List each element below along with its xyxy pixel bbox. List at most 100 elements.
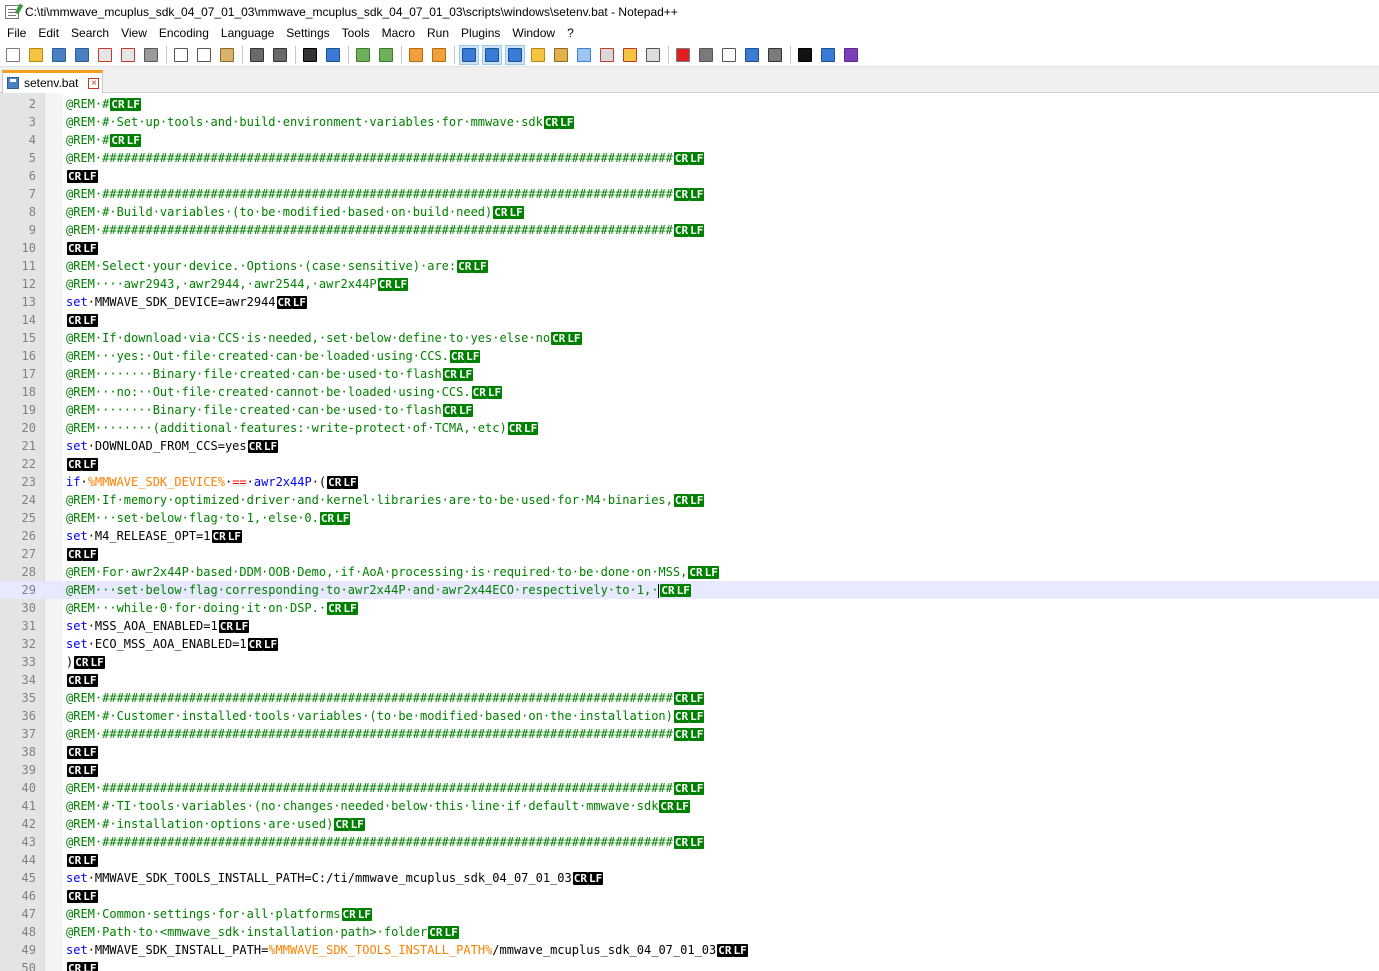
code-line[interactable]: 4 @REM·# CR LF xyxy=(0,131,1379,149)
code-area[interactable]: 2 @REM·# CR LF 3 @REM·#·Set·up·tools·and·buil… xyxy=(0,95,1379,971)
code-line[interactable]: 48 @REM·Path·to·<mmwave_sdk·installation·… xyxy=(0,923,1379,941)
code-line[interactable]: 32 set·ECO_MSS_AOA_ENABLED=1 CR LF xyxy=(0,635,1379,653)
code-line[interactable]: 19 @REM········Binary·file·created·can·be… xyxy=(0,401,1379,419)
new-file-button[interactable] xyxy=(3,45,23,65)
code-line[interactable]: 42 @REM·#·installation·options·are·used) C… xyxy=(0,815,1379,833)
tab-setenv-bat[interactable]: setenv.bat × xyxy=(2,70,103,93)
save-button[interactable] xyxy=(49,45,69,65)
close-all-button[interactable] xyxy=(118,45,138,65)
code-line[interactable]: 12 @REM····awr2943,·awr2944,·awr2544,·awr… xyxy=(0,275,1379,293)
code-line[interactable]: 39 CR LF xyxy=(0,761,1379,779)
menu-edit[interactable]: Edit xyxy=(32,24,65,43)
code-line[interactable]: 26 set·M4_RELEASE_OPT=1 CR LF xyxy=(0,527,1379,545)
code-line[interactable]: 41 @REM·#·TI·tools·variables·(no·changes·… xyxy=(0,797,1379,815)
open-file-button[interactable] xyxy=(26,45,46,65)
find-button[interactable] xyxy=(300,45,320,65)
user-defined-language-button[interactable] xyxy=(528,45,548,65)
code-line[interactable]: 20 @REM········(additional·features:·writ… xyxy=(0,419,1379,437)
menu-search[interactable]: Search xyxy=(65,24,115,43)
menu-macro[interactable]: Macro xyxy=(376,24,421,43)
zoom-in-button[interactable] xyxy=(353,45,373,65)
code-line[interactable]: 49 set·MMWAVE_SDK_INSTALL_PATH=%MMWAVE_SD… xyxy=(0,941,1379,959)
code-line[interactable]: 5 @REM·##################################… xyxy=(0,149,1379,167)
code-line[interactable]: 9 @REM·##################################… xyxy=(0,221,1379,239)
cut-button[interactable] xyxy=(171,45,191,65)
save-all-button[interactable] xyxy=(72,45,92,65)
stop-recording-button[interactable] xyxy=(696,45,716,65)
code-line[interactable]: 34 CR LF xyxy=(0,671,1379,689)
code-line[interactable]: 43 @REM·#################################… xyxy=(0,833,1379,851)
code-line[interactable]: 46 CR LF xyxy=(0,887,1379,905)
replace-button[interactable] xyxy=(323,45,343,65)
code-line[interactable]: 44 CR LF xyxy=(0,851,1379,869)
indent-guide-button[interactable] xyxy=(505,44,525,65)
code-line[interactable]: 38 CR LF xyxy=(0,743,1379,761)
code-line[interactable]: 14 CR LF xyxy=(0,311,1379,329)
show-all-characters-button[interactable] xyxy=(482,44,502,65)
code-line[interactable]: 47 @REM·Common·settings·for·all·platforms… xyxy=(0,905,1379,923)
code-line[interactable]: 29 @REM···set·below·flag·corresponding·to… xyxy=(0,581,1379,599)
sync-vertical-button[interactable] xyxy=(406,45,426,65)
run-macro-multiple-button[interactable] xyxy=(742,45,762,65)
code-line[interactable]: 8 @REM·#·Build·variables·(to·be·modified·… xyxy=(0,203,1379,221)
console-button[interactable] xyxy=(818,45,838,65)
code-line[interactable]: 6 CR LF xyxy=(0,167,1379,185)
menu-window[interactable]: Window xyxy=(506,24,561,43)
paste-button[interactable] xyxy=(217,45,237,65)
code-line[interactable]: 16 @REM···yes:·Out·file·created·can·be·lo… xyxy=(0,347,1379,365)
record-macro-button[interactable] xyxy=(673,45,693,65)
code-line[interactable]: 21 set·DOWNLOAD_FROM_CCS=yes CR LF xyxy=(0,437,1379,455)
code-line[interactable]: 30 @REM···while·0·for·doing·it·on·DSP.· CR… xyxy=(0,599,1379,617)
menu-file[interactable]: File xyxy=(0,24,32,43)
save-macro-button[interactable] xyxy=(765,45,785,65)
menu-language[interactable]: Language xyxy=(215,24,280,43)
markdown-preview-button[interactable] xyxy=(795,45,815,65)
copy-button[interactable] xyxy=(194,45,214,65)
menu-tools[interactable]: Tools xyxy=(336,24,376,43)
close-file-button[interactable] xyxy=(95,45,115,65)
code-line[interactable]: 35 @REM·#################################… xyxy=(0,689,1379,707)
code-line[interactable]: 36 @REM·#·Customer·installed·tools·variab… xyxy=(0,707,1379,725)
menu-encoding[interactable]: Encoding xyxy=(153,24,215,43)
print-button[interactable] xyxy=(141,45,161,65)
code-line[interactable]: 18 @REM···no:··Out·file·created·cannot·be… xyxy=(0,383,1379,401)
code-line[interactable]: 23 if·%MMWAVE_SDK_DEVICE%·==·awr2x44P·(CR… xyxy=(0,473,1379,491)
code-line[interactable]: 37 @REM·#################################… xyxy=(0,725,1379,743)
markdown-panel-button[interactable] xyxy=(841,45,861,65)
redo-button[interactable] xyxy=(270,45,290,65)
code-line[interactable]: 31 set·MSS_AOA_ENABLED=1 CR LF xyxy=(0,617,1379,635)
document-list-button[interactable] xyxy=(574,45,594,65)
menu-help[interactable]: ? xyxy=(561,24,580,43)
code-line[interactable]: 25 @REM···set·below·flag·to·1,·else·0. CR L… xyxy=(0,509,1379,527)
code-line[interactable]: 22 CR LF xyxy=(0,455,1379,473)
code-line[interactable]: 45 set·MMWAVE_SDK_TOOLS_INSTALL_PATH=C:/t… xyxy=(0,869,1379,887)
monitoring-button[interactable] xyxy=(643,45,663,65)
code-line[interactable]: 27 CR LF xyxy=(0,545,1379,563)
close-tab-icon[interactable]: × xyxy=(88,77,100,89)
code-line[interactable]: 15 @REM·If·download·via·CCS·is·needed,·se… xyxy=(0,329,1379,347)
document-map-button[interactable] xyxy=(551,45,571,65)
code-line[interactable]: 40 @REM·#################################… xyxy=(0,779,1379,797)
undo-button[interactable] xyxy=(247,45,267,65)
sync-horizontal-button[interactable] xyxy=(429,45,449,65)
menu-view[interactable]: View xyxy=(115,24,153,43)
code-line[interactable]: 2 @REM·# CR LF xyxy=(0,95,1379,113)
code-line[interactable]: 28 @REM·For·awr2x44P·based·DDM·OOB·Demo,·… xyxy=(0,563,1379,581)
code-line[interactable]: 3 @REM·#·Set·up·tools·and·build·environme… xyxy=(0,113,1379,131)
zoom-out-button[interactable] xyxy=(376,45,396,65)
playback-macro-button[interactable] xyxy=(719,45,739,65)
editor[interactable]: 2 @REM·# CR LF 3 @REM·#·Set·up·tools·and·buil… xyxy=(0,93,1379,971)
code-line[interactable]: 24 @REM·If·memory·optimized·driver·and·ke… xyxy=(0,491,1379,509)
menu-run[interactable]: Run xyxy=(421,24,455,43)
word-wrap-button[interactable] xyxy=(459,44,479,65)
code-line[interactable]: 13 set·MMWAVE_SDK_DEVICE=awr2944 CR LF xyxy=(0,293,1379,311)
code-line[interactable]: 17 @REM········Binary·file·created·can·be… xyxy=(0,365,1379,383)
code-line[interactable]: 10 CR LF xyxy=(0,239,1379,257)
code-line[interactable]: 50 CR LF xyxy=(0,959,1379,971)
code-line[interactable]: 11 @REM·Select·your·device.·Options·(case… xyxy=(0,257,1379,275)
code-line[interactable]: 33) CR LF xyxy=(0,653,1379,671)
function-list-button[interactable] xyxy=(597,45,617,65)
menu-plugins[interactable]: Plugins xyxy=(455,24,506,43)
code-line[interactable]: 7 @REM·##################################… xyxy=(0,185,1379,203)
menu-settings[interactable]: Settings xyxy=(280,24,335,43)
